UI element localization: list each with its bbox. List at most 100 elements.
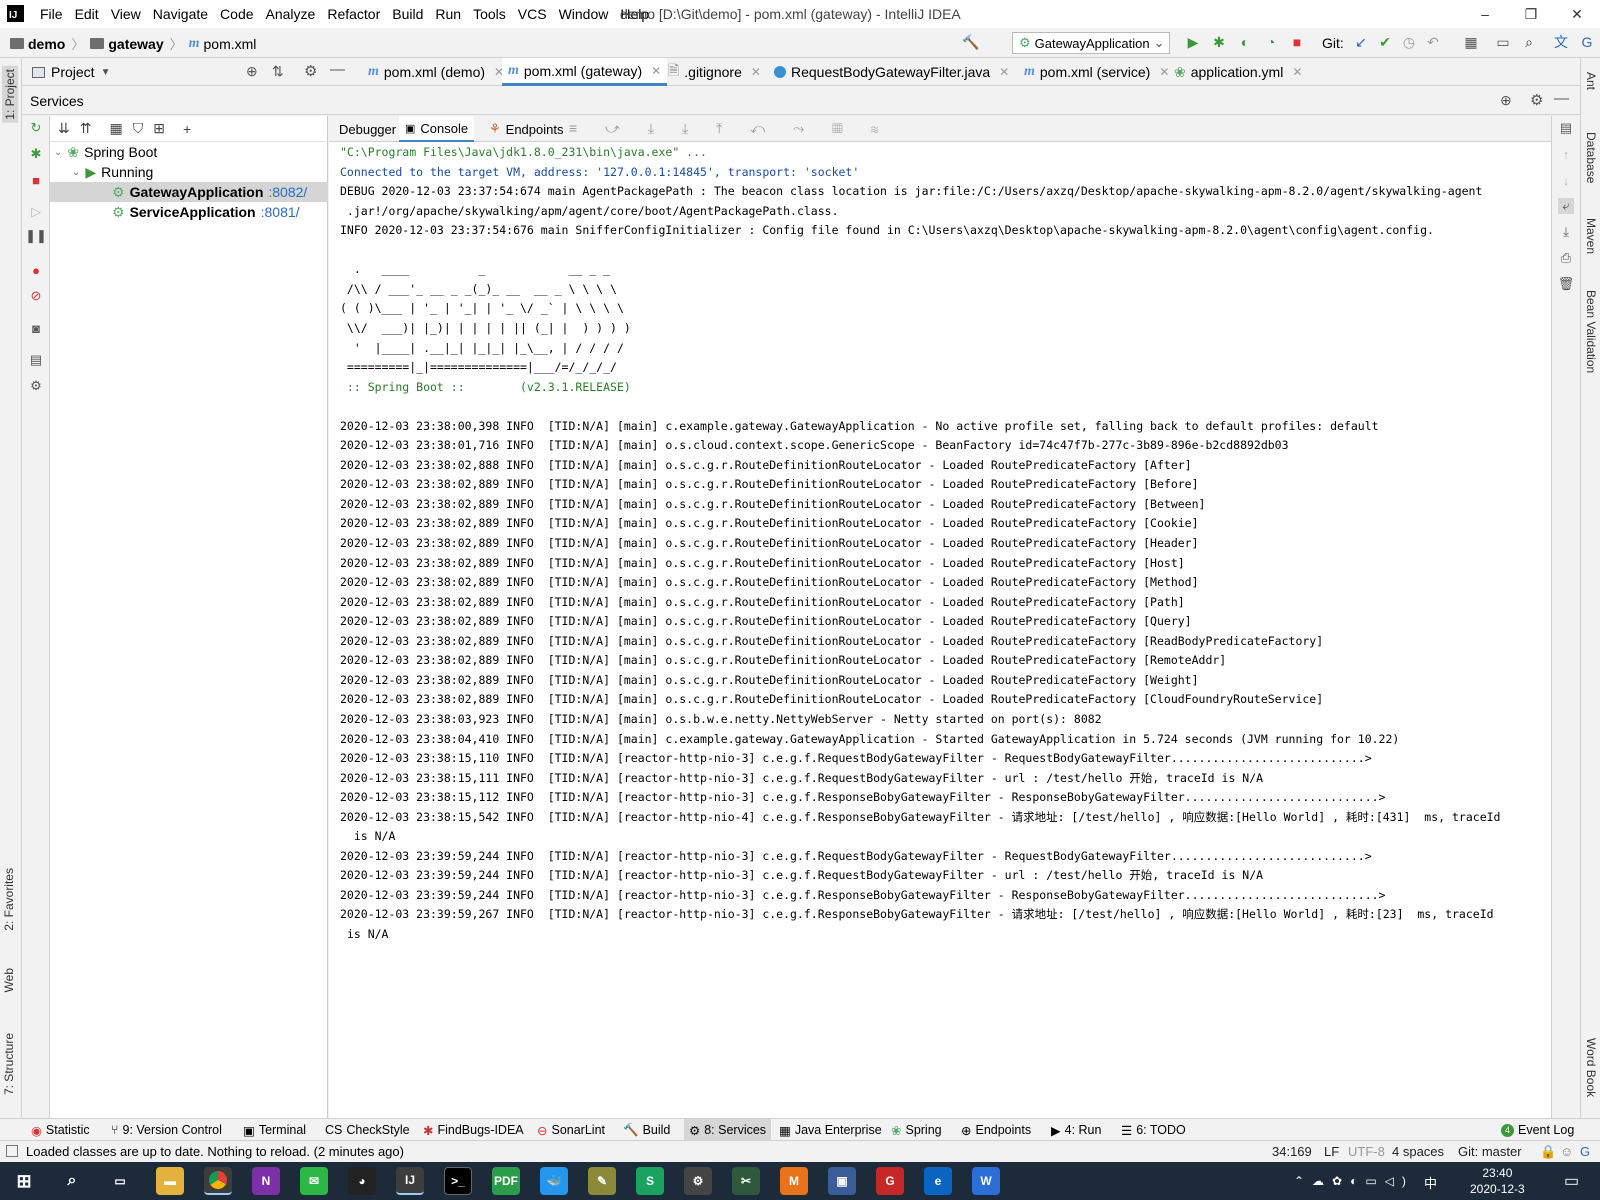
rerun-icon[interactable]: ↻ <box>28 120 44 136</box>
notepad-icon[interactable]: ✎ <box>588 1167 616 1195</box>
up-icon[interactable]: ↑ <box>1558 146 1574 162</box>
wechat-icon[interactable]: ✉ <box>300 1167 328 1195</box>
minimize-button[interactable]: – <box>1462 0 1508 28</box>
translate-alt-icon[interactable]: G <box>1578 33 1596 51</box>
locate-icon[interactable]: ⊕ <box>1500 92 1512 109</box>
git-branch[interactable]: Git: master <box>1458 1144 1522 1159</box>
windows-start-icon[interactable]: ⊞ <box>10 1167 38 1195</box>
breakpoints-icon[interactable]: ● <box>28 262 44 278</box>
tab-pom-gateway[interactable]: m pom.xml (gateway) ✕ <box>502 58 668 86</box>
file-explorer-icon[interactable]: ▬ <box>156 1167 184 1195</box>
menu-refactor[interactable]: Refactor <box>321 6 386 22</box>
tree-node-spring-boot[interactable]: ⌄ ❀ Spring Boot <box>54 142 157 162</box>
debug-icon[interactable]: ✱ <box>28 146 44 162</box>
git-client-icon[interactable]: G <box>876 1167 904 1195</box>
close-icon[interactable]: ✕ <box>751 65 761 79</box>
git-commit-icon[interactable]: ✔ <box>1376 33 1394 51</box>
gear-icon[interactable]: ⚙ <box>304 62 317 80</box>
tab-console[interactable]: ▣ Console <box>399 116 475 142</box>
matlab-icon[interactable]: M <box>780 1167 808 1195</box>
tab-request-body-filter[interactable]: RequestBodyGatewayFilter.java ✕ <box>768 58 1015 86</box>
tool-sonarlint[interactable]: ⊖ SonarLint <box>532 1119 610 1141</box>
down-icon[interactable]: ↓ <box>1558 172 1574 188</box>
file-encoding[interactable]: UTF-8 <box>1348 1144 1385 1159</box>
hide-icon[interactable]: — <box>330 61 345 78</box>
tab-application-yml[interactable]: ❀ application.yml ✕ <box>1168 58 1308 86</box>
scroll-to-end-icon[interactable]: ⤓ <box>1558 224 1574 240</box>
pdf-icon[interactable]: PDF <box>492 1167 520 1195</box>
ime-indicator[interactable]: 中 <box>1424 1173 1437 1192</box>
port-link[interactable]: :8082/ <box>268 184 307 200</box>
tool-todo[interactable]: ☰ 6: TODO <box>1116 1119 1191 1141</box>
tool-terminal[interactable]: ▣ Terminal <box>238 1119 311 1141</box>
print-icon[interactable]: ⎙ <box>1558 250 1574 266</box>
tree-node-running[interactable]: ⌄ ▶ Running <box>72 162 153 182</box>
tab-pom-service[interactable]: m pom.xml (service) ✕ <box>1018 58 1175 86</box>
settings-app-icon[interactable]: ⚙ <box>684 1167 712 1195</box>
task-view-icon[interactable]: ▭ <box>106 1167 134 1195</box>
chrome-icon[interactable] <box>204 1167 232 1195</box>
port-link[interactable]: :8081/ <box>261 204 300 220</box>
console-output[interactable]: "C:\Program Files\Java\jdk1.8.0_231\bin\… <box>329 142 1551 1118</box>
remote-desktop-icon[interactable]: ▣ <box>828 1167 856 1195</box>
maximize-button[interactable]: ❐ <box>1508 0 1554 28</box>
pause-icon[interactable]: ❚❚ <box>25 228 47 244</box>
menu-run[interactable]: Run <box>429 6 467 22</box>
system-tray-icons[interactable]: ⌃☁✿◐▭◁) <box>1294 1174 1414 1188</box>
menu-window[interactable]: Window <box>553 6 615 22</box>
menu-view[interactable]: View <box>105 6 147 22</box>
breadcrumb-pom[interactable]: m pom.xml <box>189 36 257 52</box>
tool-java-enterprise[interactable]: ▦ Java Enterprise <box>774 1119 887 1141</box>
stop-icon[interactable]: ■ <box>28 172 44 188</box>
tool-version-control[interactable]: ⑂ 9: Version Control <box>106 1119 227 1141</box>
soft-wrap-icon[interactable]: ⤶ <box>1558 198 1574 214</box>
menu-vcs[interactable]: VCS <box>512 6 553 22</box>
camera-icon[interactable]: ◙ <box>28 320 44 336</box>
system-clock[interactable]: 23:40 2020-12-3 <box>1470 1165 1525 1197</box>
git-history-icon[interactable]: ◷ <box>1400 33 1418 51</box>
tool-statistic[interactable]: ◉ Statistic <box>26 1119 95 1141</box>
tool-endpoints[interactable]: ⊕ Endpoints <box>956 1119 1036 1141</box>
hide-icon[interactable]: — <box>1554 90 1569 107</box>
layout-icon[interactable]: ▤ <box>28 352 44 368</box>
tool-spring[interactable]: ❀ Spring <box>886 1119 947 1141</box>
build-hammer-icon[interactable]: 🔨 <box>962 33 980 51</box>
toggle-tool-windows-icon[interactable] <box>6 1145 18 1157</box>
tab-gitignore[interactable]: 🗎 .gitignore ✕ <box>662 58 767 86</box>
tool-window-web[interactable]: Web <box>2 968 16 992</box>
project-selector[interactable]: Project ▼ <box>32 64 110 80</box>
screenshot-tool-icon[interactable]: ✂ <box>732 1167 760 1195</box>
breadcrumb-demo[interactable]: demo <box>10 36 65 52</box>
run-icon[interactable]: ▶ <box>1184 33 1202 51</box>
tool-checkstyle[interactable]: CS CheckStyle <box>320 1119 415 1141</box>
tool-window-ant[interactable]: Ant <box>1584 72 1598 90</box>
tool-window-word-book[interactable]: Word Book <box>1584 1038 1598 1097</box>
tool-services[interactable]: ⚙ 8: Services <box>684 1119 772 1141</box>
gear-icon[interactable]: ⚙ <box>28 378 44 394</box>
git-rollback-icon[interactable]: ↶ <box>1424 33 1442 51</box>
collapse-icon[interactable]: ⇅ <box>272 63 284 80</box>
tree-node-gateway-application[interactable]: ⚙ GatewayApplication :8082/ <box>50 182 328 202</box>
gear-icon[interactable]: ⚙ <box>1530 91 1543 109</box>
terminal-taskbar-icon[interactable]: >_ <box>444 1167 472 1195</box>
notification-icon[interactable]: ▭ <box>1564 1171 1579 1191</box>
google-icon[interactable]: G <box>1580 1144 1590 1159</box>
trash-icon[interactable]: 🗑 <box>1558 276 1575 292</box>
menu-file[interactable]: File <box>34 6 69 22</box>
word-icon[interactable]: W <box>972 1167 1000 1195</box>
tab-pom-demo[interactable]: m pom.xml (demo) ✕ <box>362 58 510 86</box>
tab-debugger[interactable]: Debugger <box>339 116 396 142</box>
tool-window-favorites[interactable]: 2: Favorites <box>2 868 16 931</box>
git-update-icon[interactable]: ↙ <box>1352 33 1370 51</box>
onenote-icon[interactable]: N <box>252 1167 280 1195</box>
expand-all-icon[interactable]: ⇊ <box>58 120 70 137</box>
tool-window-structure[interactable]: 7: Structure <box>2 1033 16 1095</box>
menu-code[interactable]: Code <box>214 6 259 22</box>
indent-setting[interactable]: 4 spaces <box>1392 1144 1444 1159</box>
filter-icon[interactable]: ⛉ <box>133 120 144 137</box>
lock-icon[interactable]: 🔒 <box>1540 1144 1556 1160</box>
close-icon[interactable]: ✕ <box>651 64 661 78</box>
edge-icon[interactable]: e <box>924 1167 952 1195</box>
group-icon[interactable]: ▦ <box>109 120 122 137</box>
docker-icon[interactable]: 🐳 <box>540 1167 568 1195</box>
